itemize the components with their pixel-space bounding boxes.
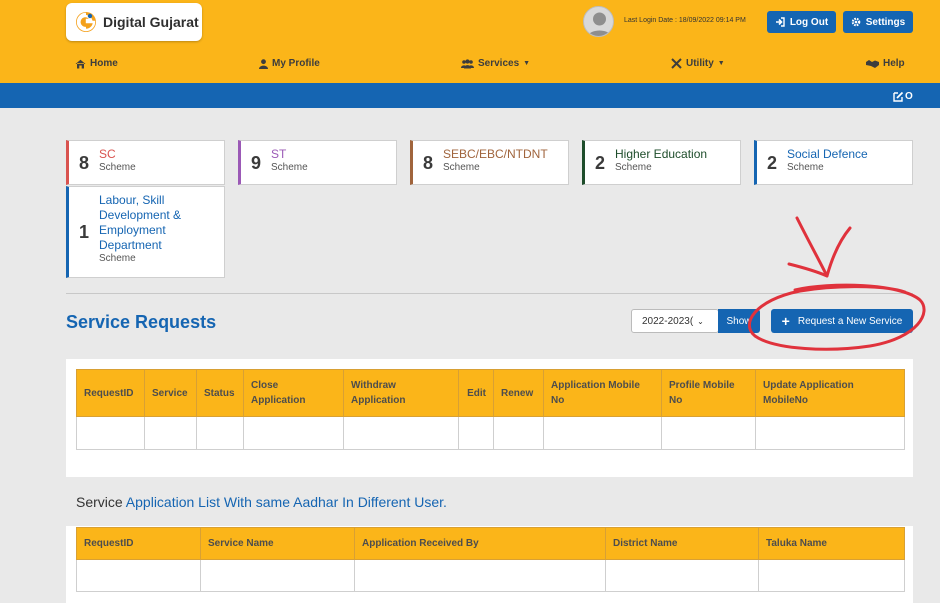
table-row — [76, 559, 905, 592]
logo-mark-icon — [76, 12, 96, 32]
column-header-update-application-mobile[interactable]: Update Application MobileNo — [755, 369, 905, 417]
service-requests-table: RequestID Service Status Close Applicatio… — [76, 369, 905, 450]
nav-home-label: Home — [90, 58, 118, 69]
scheme-subtitle: Scheme — [443, 162, 480, 173]
scheme-card-social-defence[interactable]: 2 Social Defence Scheme — [754, 140, 913, 185]
scheme-card-labour[interactable]: 1 Labour, Skill Development & Employment… — [66, 186, 225, 278]
column-header-withdraw-application[interactable]: Withdraw Application — [343, 369, 459, 417]
edit-letter: O — [905, 90, 913, 102]
scheme-title-line: Labour, Skill — [99, 193, 165, 207]
scheme-title: Higher Education — [615, 147, 708, 161]
edit-icon — [893, 91, 904, 102]
nav-home[interactable]: Home — [75, 58, 118, 69]
logo-text: Digital Gujarat — [103, 14, 199, 30]
column-header-edit[interactable]: Edit — [458, 369, 494, 417]
column-header-request-id[interactable]: RequestID — [76, 369, 145, 417]
handshake-icon — [866, 59, 879, 68]
nav-utility[interactable]: Utility ▼ — [671, 58, 725, 69]
column-header-close-application[interactable]: Close Application — [243, 369, 344, 417]
annotation-arrow — [787, 216, 852, 278]
column-header-renew[interactable]: Renew — [493, 369, 544, 417]
blue-toolbar: O — [0, 83, 940, 108]
scheme-count: 8 — [422, 153, 433, 173]
scheme-card-sc[interactable]: 8 SC Scheme — [66, 140, 225, 185]
financial-year-value: 2022-2023( — [642, 315, 694, 327]
column-header-status[interactable]: Status — [196, 369, 244, 417]
nav-help-label: Help — [883, 58, 905, 69]
column-header-application-mobile[interactable]: Application Mobile No — [543, 369, 662, 417]
scheme-title: SC — [99, 147, 116, 161]
column-header-district-name[interactable]: District Name — [605, 527, 759, 560]
settings-label: Settings — [865, 16, 906, 28]
scheme-count: 9 — [250, 153, 261, 173]
scheme-count: 1 — [78, 222, 89, 242]
users-icon — [461, 58, 474, 68]
chevron-down-icon: ⌄ — [697, 316, 704, 326]
section-divider — [66, 293, 913, 294]
service-requests-title: Service Requests — [66, 312, 217, 332]
scheme-title-line: Employment — [99, 223, 166, 237]
chevron-down-icon: ▼ — [523, 60, 531, 67]
scheme-count: 2 — [766, 153, 777, 173]
nav-my-profile-label: My Profile — [272, 58, 320, 69]
column-header-profile-mobile[interactable]: Profile Mobile No — [661, 369, 756, 417]
table-header-row: RequestID Service Status Close Applicatio… — [76, 369, 905, 417]
logout-label: Log Out — [789, 16, 829, 28]
edit-toggle[interactable]: O — [893, 90, 913, 102]
scheme-subtitle: Scheme — [99, 162, 136, 173]
scheme-title: SEBC/EBC/NTDNT — [443, 147, 548, 161]
table-header-row: RequestID Service Name Application Recei… — [76, 527, 905, 560]
nav-services-label: Services — [478, 58, 520, 69]
scheme-title-line: Development & — [99, 208, 182, 222]
scheme-subtitle: Scheme — [787, 162, 824, 173]
nav-utility-label: Utility — [686, 58, 714, 69]
last-login-text: Last Login Date : 18/09/2022 09:14 PM — [624, 17, 746, 24]
scheme-card-sebc[interactable]: 8 SEBC/EBC/NTDNT Scheme — [410, 140, 569, 185]
gear-icon — [851, 17, 861, 27]
home-icon — [75, 59, 86, 68]
wrench-icon — [671, 58, 682, 69]
column-header-request-id[interactable]: RequestID — [76, 527, 201, 560]
scheme-title-line: Department — [99, 238, 162, 252]
digital-gujarat-logo[interactable]: Digital Gujarat — [66, 3, 202, 41]
scheme-subtitle: Scheme — [615, 162, 652, 173]
table-row — [76, 416, 905, 450]
nav-help[interactable]: Help — [866, 58, 905, 69]
column-header-application-received-by[interactable]: Application Received By — [354, 527, 606, 560]
user-avatar[interactable] — [583, 6, 614, 37]
chevron-down-icon: ▼ — [717, 60, 725, 67]
scheme-count: 8 — [78, 153, 89, 173]
top-header: Digital Gujarat Last Login Date : 18/09/… — [0, 0, 940, 83]
sign-out-icon — [775, 17, 785, 27]
financial-year-select[interactable]: 2022-2023( ⌄ — [631, 309, 719, 333]
nav-my-profile[interactable]: My Profile — [259, 58, 320, 69]
aadhar-section-title: Service Application List With same Aadha… — [76, 494, 447, 510]
nav-services[interactable]: Services ▼ — [461, 58, 530, 69]
user-silhouette-icon — [587, 12, 612, 36]
scheme-count: 2 — [594, 153, 605, 173]
request-new-service-button[interactable]: + Request a New Service — [771, 309, 913, 333]
show-button[interactable]: Show — [718, 309, 760, 333]
logout-button[interactable]: Log Out — [767, 11, 836, 33]
settings-button[interactable]: Settings — [843, 11, 913, 33]
plus-icon: + — [781, 313, 790, 329]
scheme-card-higher-education[interactable]: 2 Higher Education Scheme — [582, 140, 741, 185]
user-icon — [259, 58, 268, 69]
scheme-subtitle: Scheme — [99, 253, 136, 264]
column-header-service-name[interactable]: Service Name — [200, 527, 355, 560]
column-header-service[interactable]: Service — [144, 369, 197, 417]
request-new-service-label: Request a New Service — [797, 315, 903, 327]
scheme-title: ST — [271, 147, 287, 161]
scheme-card-st[interactable]: 9 ST Scheme — [238, 140, 397, 185]
scheme-subtitle: Scheme — [271, 162, 308, 173]
scheme-title: Social Defence — [787, 147, 868, 161]
aadhar-application-table: RequestID Service Name Application Recei… — [76, 527, 905, 592]
column-header-taluka-name[interactable]: Taluka Name — [758, 527, 905, 560]
